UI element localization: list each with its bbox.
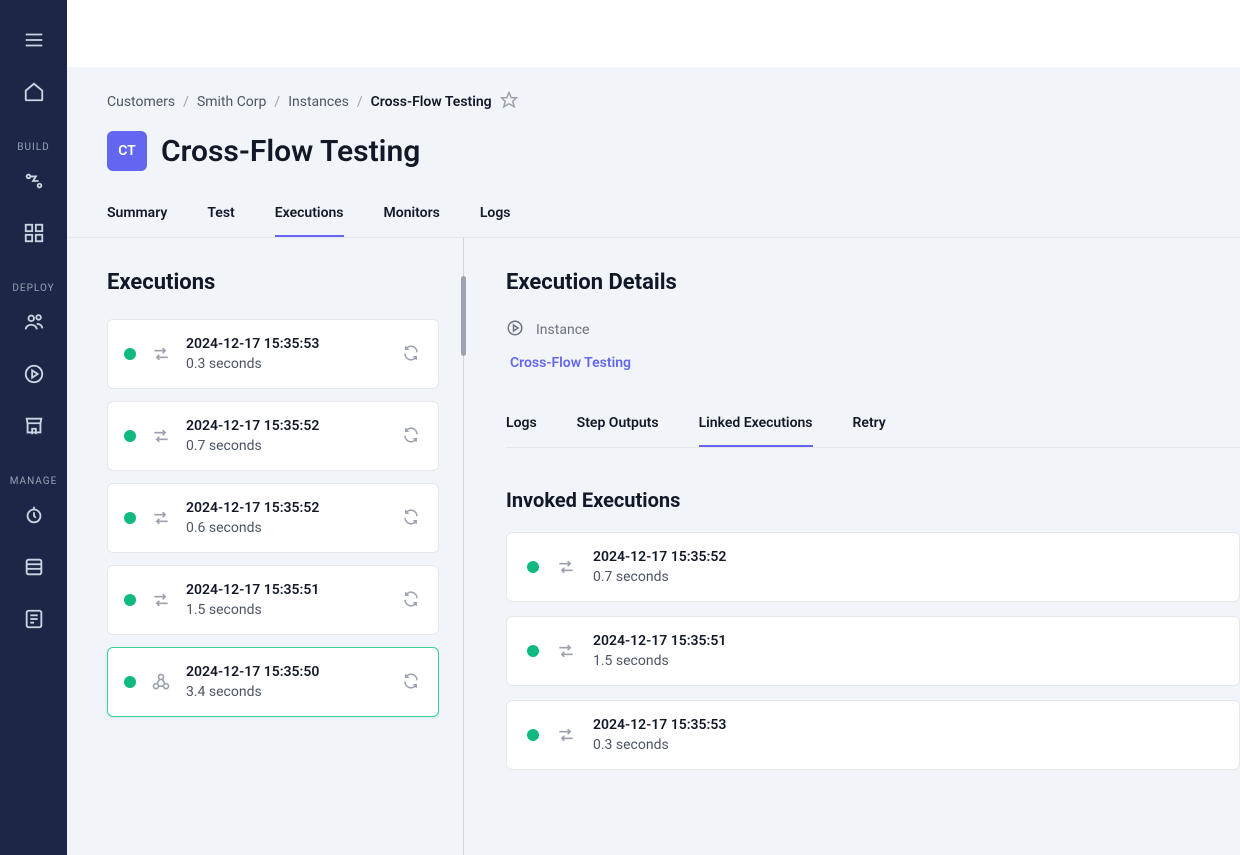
execution-duration: 0.3 seconds <box>186 356 388 372</box>
swap-icon <box>150 507 172 529</box>
sidebar-section-manage: MANAGE <box>10 476 58 487</box>
execution-duration: 0.7 seconds <box>186 438 388 454</box>
status-dot-success <box>527 729 539 741</box>
breadcrumb-current: Cross-Flow Testing <box>371 94 492 110</box>
status-dot-success <box>124 676 136 688</box>
execution-timestamp: 2024-12-17 15:35:52 <box>593 549 1219 565</box>
detail-instance-link[interactable]: Cross-Flow Testing <box>506 355 631 371</box>
execution-duration: 3.4 seconds <box>186 684 388 700</box>
invoked-execution-card[interactable]: 2024-12-17 15:35:52 0.7 seconds <box>506 532 1240 602</box>
detail-tabs: Logs Step Outputs Linked Executions Retr… <box>506 415 1240 448</box>
execution-card[interactable]: 2024-12-17 15:35:52 0.7 seconds <box>107 401 439 471</box>
execution-duration: 1.5 seconds <box>186 602 388 618</box>
refresh-icon[interactable] <box>402 672 422 692</box>
detail-tab-retry[interactable]: Retry <box>853 415 886 447</box>
tab-summary[interactable]: Summary <box>107 205 167 237</box>
execution-timestamp: 2024-12-17 15:35:53 <box>186 336 388 352</box>
breadcrumb-link[interactable]: Smith Corp <box>197 94 266 110</box>
play-circle-icon <box>506 319 524 341</box>
refresh-icon[interactable] <box>402 508 422 528</box>
breadcrumb-link[interactable]: Customers <box>107 94 175 110</box>
logs-icon[interactable] <box>14 547 54 587</box>
tab-test[interactable]: Test <box>207 205 234 237</box>
execution-duration: 0.6 seconds <box>186 520 388 536</box>
execution-timestamp: 2024-12-17 15:35:52 <box>186 418 388 434</box>
breadcrumb: Customers / Smith Corp / Instances / Cro… <box>107 91 1200 113</box>
execution-timestamp: 2024-12-17 15:35:51 <box>593 633 1219 649</box>
title-badge: CT <box>107 131 147 171</box>
execution-card[interactable]: 2024-12-17 15:35:53 0.3 seconds <box>107 319 439 389</box>
detail-meta-label: Instance <box>536 322 589 338</box>
refresh-icon[interactable] <box>402 590 422 610</box>
marketplace-icon[interactable] <box>14 406 54 446</box>
swap-icon <box>555 556 577 578</box>
sidebar-section-build: BUILD <box>17 142 49 153</box>
swap-icon <box>150 589 172 611</box>
instances-icon[interactable] <box>14 354 54 394</box>
sidebar-section-deploy: DEPLOY <box>12 283 54 294</box>
breadcrumb-separator: / <box>274 94 280 110</box>
breadcrumb-link[interactable]: Instances <box>288 94 349 110</box>
invoked-execution-card[interactable]: 2024-12-17 15:35:53 0.3 seconds <box>506 700 1240 770</box>
page-title: Cross-Flow Testing <box>161 134 420 169</box>
swap-icon <box>555 724 577 746</box>
tab-executions[interactable]: Executions <box>275 205 344 237</box>
execution-timestamp: 2024-12-17 15:35:52 <box>186 500 388 516</box>
column-divider[interactable] <box>463 238 464 855</box>
execution-timestamp: 2024-12-17 15:35:50 <box>186 664 388 680</box>
refresh-icon[interactable] <box>402 426 422 446</box>
main-tabs: Summary Test Executions Monitors Logs <box>67 205 1240 238</box>
execution-duration: 0.7 seconds <box>593 569 1219 585</box>
execution-card[interactable]: 2024-12-17 15:35:52 0.6 seconds <box>107 483 439 553</box>
home-icon[interactable] <box>14 72 54 112</box>
execution-card[interactable]: 2024-12-17 15:35:50 3.4 seconds <box>107 647 439 717</box>
sidebar: BUILD DEPLOY MANAGE <box>0 0 67 855</box>
webhook-icon <box>150 671 172 693</box>
execution-card[interactable]: 2024-12-17 15:35:51 1.5 seconds <box>107 565 439 635</box>
status-dot-success <box>124 348 136 360</box>
executions-title: Executions <box>107 270 439 295</box>
detail-tab-step-outputs[interactable]: Step Outputs <box>577 415 659 447</box>
alerting-icon[interactable] <box>14 495 54 535</box>
invoked-execution-card[interactable]: 2024-12-17 15:35:51 1.5 seconds <box>506 616 1240 686</box>
status-dot-success <box>124 594 136 606</box>
breadcrumb-separator: / <box>357 94 363 110</box>
invoked-list: 2024-12-17 15:35:520.7 seconds2024-12-17… <box>506 532 1240 770</box>
detail-tab-logs[interactable]: Logs <box>506 415 537 447</box>
execution-duration: 1.5 seconds <box>593 653 1219 669</box>
star-icon[interactable] <box>500 91 518 113</box>
integrations-icon[interactable] <box>14 161 54 201</box>
invoked-title: Invoked Executions <box>506 488 1240 512</box>
detail-tab-linked-executions[interactable]: Linked Executions <box>699 415 813 447</box>
status-dot-success <box>124 512 136 524</box>
breadcrumb-separator: / <box>183 94 189 110</box>
refresh-icon[interactable] <box>402 344 422 364</box>
topbar <box>67 0 1240 67</box>
executions-list: 2024-12-17 15:35:530.3 seconds2024-12-17… <box>107 319 439 717</box>
billing-icon[interactable] <box>14 599 54 639</box>
execution-timestamp: 2024-12-17 15:35:51 <box>186 582 388 598</box>
execution-timestamp: 2024-12-17 15:35:53 <box>593 717 1219 733</box>
menu-icon[interactable] <box>14 20 54 60</box>
status-dot-success <box>527 561 539 573</box>
components-icon[interactable] <box>14 213 54 253</box>
swap-icon <box>150 425 172 447</box>
status-dot-success <box>124 430 136 442</box>
status-dot-success <box>527 645 539 657</box>
details-title: Execution Details <box>506 270 1240 295</box>
tab-monitors[interactable]: Monitors <box>384 205 440 237</box>
tab-logs[interactable]: Logs <box>480 205 511 237</box>
swap-icon <box>555 640 577 662</box>
execution-duration: 0.3 seconds <box>593 737 1219 753</box>
swap-icon <box>150 343 172 365</box>
customers-icon[interactable] <box>14 302 54 342</box>
